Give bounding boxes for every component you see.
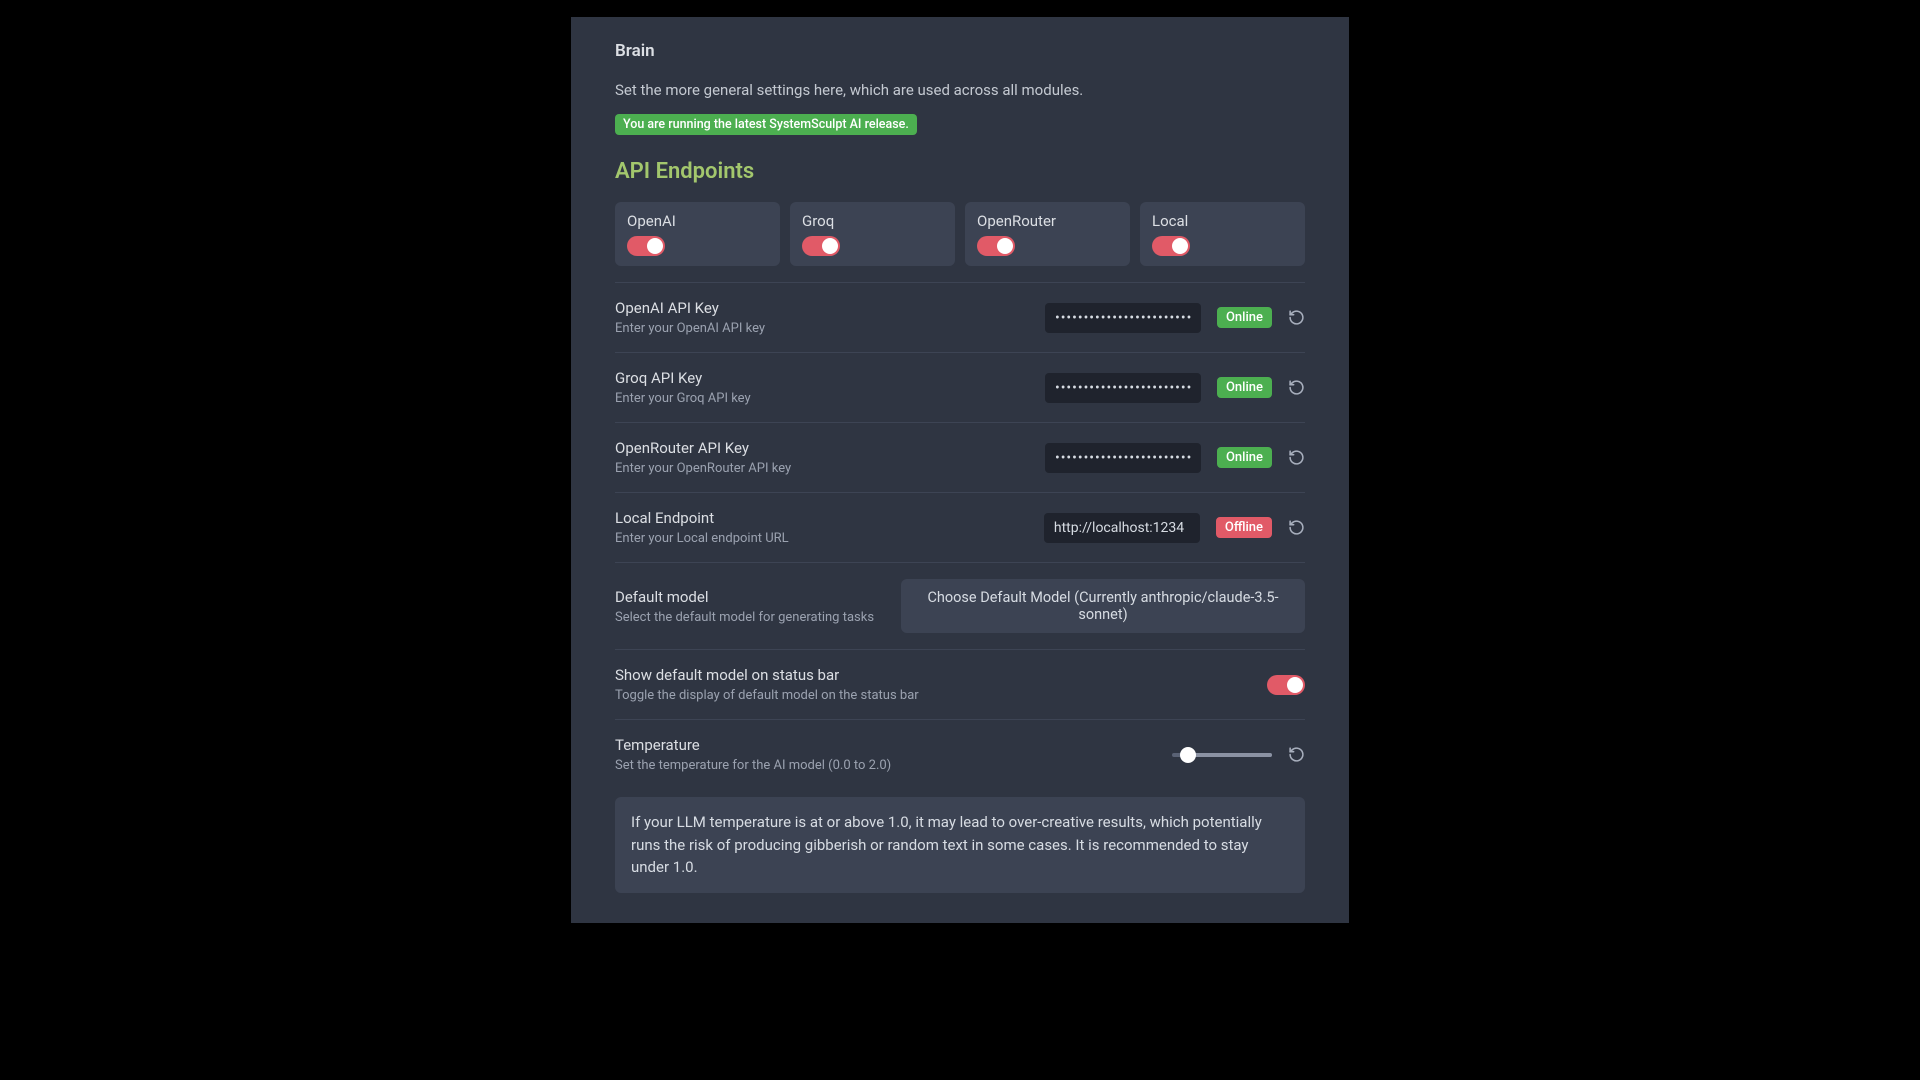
endpoint-card-groq: Groq	[790, 202, 955, 266]
endpoint-label: Groq	[802, 212, 943, 230]
setting-row-openrouter-key: OpenRouter API Key Enter your OpenRouter…	[615, 422, 1305, 492]
setting-desc: Enter your Groq API key	[615, 391, 1045, 406]
toggle-knob	[997, 238, 1013, 254]
setting-row-local-endpoint: Local Endpoint Enter your Local endpoint…	[615, 492, 1305, 562]
endpoint-cards: OpenAI Groq OpenRouter Local	[615, 202, 1305, 266]
setting-row-default-model: Default model Select the default model f…	[615, 562, 1305, 649]
endpoint-label: Local	[1152, 212, 1293, 230]
setting-title: Local Endpoint	[615, 509, 1044, 527]
setting-title: OpenAI API Key	[615, 299, 1045, 317]
openrouter-key-input[interactable]	[1045, 443, 1201, 473]
setting-title: Default model	[615, 588, 901, 606]
openai-toggle[interactable]	[627, 236, 665, 256]
status-badge: Offline	[1216, 517, 1272, 538]
refresh-icon[interactable]	[1288, 379, 1305, 396]
setting-row-temperature: Temperature Set the temperature for the …	[615, 719, 1305, 789]
groq-key-input[interactable]	[1045, 373, 1201, 403]
toggle-knob	[647, 238, 663, 254]
setting-right: Online	[1045, 303, 1305, 333]
show-statusbar-toggle[interactable]	[1267, 675, 1305, 695]
status-badge: Online	[1217, 447, 1272, 468]
refresh-icon[interactable]	[1288, 449, 1305, 466]
local-endpoint-input[interactable]	[1044, 513, 1200, 543]
page-title: Brain	[615, 41, 1305, 61]
slider-thumb[interactable]	[1180, 747, 1196, 763]
setting-left: OpenRouter API Key Enter your OpenRouter…	[615, 439, 1045, 476]
setting-row-groq-key: Groq API Key Enter your Groq API key Onl…	[615, 352, 1305, 422]
setting-title: Groq API Key	[615, 369, 1045, 387]
status-badge: Online	[1217, 307, 1272, 328]
refresh-icon[interactable]	[1288, 519, 1305, 536]
choose-default-model-button[interactable]: Choose Default Model (Currently anthropi…	[901, 579, 1305, 633]
setting-left: Local Endpoint Enter your Local endpoint…	[615, 509, 1044, 546]
setting-desc: Enter your Local endpoint URL	[615, 531, 1044, 546]
temperature-slider[interactable]	[1172, 753, 1272, 757]
setting-row-show-statusbar: Show default model on status bar Toggle …	[615, 649, 1305, 719]
settings-panel: Brain Set the more general settings here…	[571, 17, 1349, 923]
setting-left: Groq API Key Enter your Groq API key	[615, 369, 1045, 406]
setting-desc: Enter your OpenAI API key	[615, 321, 1045, 336]
setting-right	[1267, 675, 1305, 695]
setting-left: Temperature Set the temperature for the …	[615, 736, 1172, 773]
api-endpoints-heading: API Endpoints	[615, 159, 1305, 184]
status-badge: Online	[1217, 377, 1272, 398]
setting-left: OpenAI API Key Enter your OpenAI API key	[615, 299, 1045, 336]
page-description: Set the more general settings here, whic…	[615, 81, 1305, 99]
setting-left: Show default model on status bar Toggle …	[615, 666, 1267, 703]
setting-desc: Toggle the display of default model on t…	[615, 688, 1267, 703]
slider-track	[1187, 753, 1272, 757]
setting-title: Show default model on status bar	[615, 666, 1267, 684]
groq-toggle[interactable]	[802, 236, 840, 256]
endpoint-card-openai: OpenAI	[615, 202, 780, 266]
refresh-icon[interactable]	[1288, 746, 1305, 763]
openai-key-input[interactable]	[1045, 303, 1201, 333]
setting-right: Choose Default Model (Currently anthropi…	[901, 579, 1305, 633]
temperature-info-box: If your LLM temperature is at or above 1…	[615, 797, 1305, 893]
setting-title: Temperature	[615, 736, 1172, 754]
openrouter-toggle[interactable]	[977, 236, 1015, 256]
toggle-knob	[1287, 677, 1303, 693]
setting-title: OpenRouter API Key	[615, 439, 1045, 457]
setting-desc: Select the default model for generating …	[615, 610, 901, 625]
setting-right: Online	[1045, 443, 1305, 473]
release-badge: You are running the latest SystemSculpt …	[615, 114, 917, 135]
endpoint-card-openrouter: OpenRouter	[965, 202, 1130, 266]
setting-right: Offline	[1044, 513, 1305, 543]
toggle-knob	[822, 238, 838, 254]
refresh-icon[interactable]	[1288, 309, 1305, 326]
endpoint-label: OpenRouter	[977, 212, 1118, 230]
local-toggle[interactable]	[1152, 236, 1190, 256]
setting-right: Online	[1045, 373, 1305, 403]
toggle-knob	[1172, 238, 1188, 254]
setting-left: Default model Select the default model f…	[615, 588, 901, 625]
setting-desc: Set the temperature for the AI model (0.…	[615, 758, 1172, 773]
setting-desc: Enter your OpenRouter API key	[615, 461, 1045, 476]
endpoint-label: OpenAI	[627, 212, 768, 230]
endpoint-card-local: Local	[1140, 202, 1305, 266]
setting-row-openai-key: OpenAI API Key Enter your OpenAI API key…	[615, 282, 1305, 352]
setting-right	[1172, 746, 1305, 763]
